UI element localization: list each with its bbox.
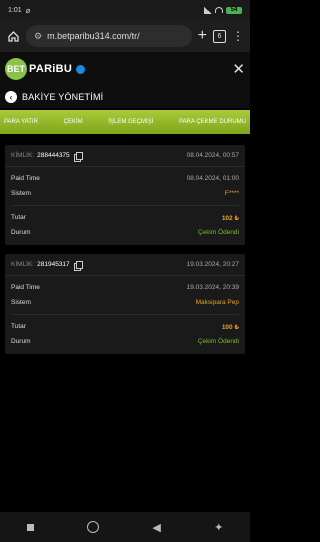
tab-islem-gecmisi[interactable]: İŞLEM GEÇMİŞİ — [108, 119, 153, 125]
more-options-icon[interactable]: ⋮ — [232, 30, 244, 42]
logo-bet: BET — [5, 58, 27, 80]
copy-icon[interactable] — [73, 260, 83, 271]
tutar-label: Tutar — [11, 214, 26, 221]
system-nav-bar: ◀ ✦ — [0, 512, 250, 542]
withdrawal-card: KİMLİK: 281945317 19.03.2024, 20:27 Paid… — [5, 254, 245, 354]
page-title: BAKİYE YÖNETİMİ — [22, 92, 104, 102]
tab-cekim[interactable]: ÇEKİM — [64, 119, 83, 125]
card-header: KİMLİK: 281945317 19.03.2024, 20:27 — [5, 254, 245, 276]
tutar-label: Tutar — [11, 323, 26, 330]
paid-time-value: 19.03.2024, 20:39 — [186, 284, 239, 291]
sistem-label: Sistem — [11, 190, 31, 197]
paid-time-row: Paid Time 08.04.2024, 01:00 — [5, 171, 245, 186]
kimlik-label: KİMLİK: — [11, 152, 35, 159]
durum-label: Durum — [11, 229, 31, 236]
request-date: 08.04.2024, 00:57 — [186, 152, 239, 159]
copy-icon[interactable] — [73, 151, 83, 162]
mute-icon: ⌀ — [25, 5, 31, 15]
battery-icon: 54 — [226, 6, 242, 14]
status-time: 1:01 — [8, 6, 22, 14]
site-logo[interactable]: BET PARiBU — [5, 58, 86, 80]
sistem-label: Sistem — [11, 299, 31, 306]
paid-time-row: Paid Time 19.03.2024, 20:39 — [5, 280, 245, 295]
paid-time-label: Paid Time — [11, 175, 40, 182]
page-title-row: ‹ BAKİYE YÖNETİMİ — [0, 86, 250, 108]
tutar-row: Tutar 100 ₺ — [5, 319, 245, 334]
back-triangle-icon[interactable]: ◀ — [152, 521, 160, 534]
site-header: BET PARiBU ✕ — [0, 52, 250, 86]
paid-time-label: Paid Time — [11, 284, 40, 291]
durum-row: Durum Çekim Ödendi — [5, 225, 245, 240]
durum-row: Durum Çekim Ödendi — [5, 334, 245, 349]
url-text: m.betparibu314.com/tr/ — [47, 31, 140, 41]
back-icon[interactable]: ‹ — [5, 91, 17, 103]
address-bar[interactable]: ⚙ m.betparibu314.com/tr/ — [26, 25, 192, 47]
tutar-row: Tutar 102 ₺ — [5, 210, 245, 225]
accessibility-icon[interactable]: ✦ — [214, 521, 223, 534]
wifi-icon — [215, 7, 223, 13]
tab-para-yatir[interactable]: PARA YATIR — [4, 119, 38, 125]
card-header: KİMLİK: 288444375 08.04.2024, 00:57 — [5, 145, 245, 167]
browser-toolbar: ⚙ m.betparibu314.com/tr/ + 6 ⋮ — [0, 20, 250, 52]
sistem-value: Maksipara Pep — [195, 299, 239, 306]
logo-paribu: PARiBU — [29, 63, 73, 75]
close-icon[interactable]: ✕ — [232, 62, 245, 77]
sistem-row: Sistem F**** — [5, 186, 245, 201]
tutar-value: 102 ₺ — [221, 214, 239, 222]
site-settings-icon[interactable]: ⚙ — [34, 31, 42, 42]
tutar-value: 100 ₺ — [221, 323, 239, 331]
sistem-row: Sistem Maksipara Pep — [5, 295, 245, 310]
withdrawal-card: KİMLİK: 288444375 08.04.2024, 00:57 Paid… — [5, 145, 245, 245]
kimlik-value: 288444375 — [37, 152, 70, 159]
signal-icon — [204, 6, 212, 14]
divider — [11, 205, 239, 206]
sistem-value: F**** — [224, 190, 239, 197]
divider — [11, 314, 239, 315]
kimlik-value: 281945317 — [37, 261, 70, 268]
tab-para-cekme-durumu[interactable]: PARA ÇEKME DURUMU — [179, 119, 246, 125]
tab-switcher-button[interactable]: 6 — [213, 29, 226, 43]
recents-icon[interactable] — [26, 523, 34, 531]
logo-mascot-icon — [76, 64, 86, 74]
kimlik-label: KİMLİK: — [11, 261, 35, 268]
status-bar: 1:01 ⌀ 54 — [0, 0, 250, 20]
status-badge: Çekim Ödendi — [197, 338, 239, 345]
paid-time-value: 08.04.2024, 01:00 — [186, 175, 239, 182]
balance-tabs: PARA YATIR ÇEKİM İŞLEM GEÇMİŞİ PARA ÇEKM… — [0, 110, 250, 134]
home-icon[interactable] — [6, 29, 20, 43]
durum-label: Durum — [11, 338, 31, 345]
status-badge: Çekim Ödendi — [197, 229, 239, 236]
new-tab-icon[interactable]: + — [198, 28, 207, 44]
request-date: 19.03.2024, 20:27 — [186, 261, 239, 268]
home-button-icon[interactable] — [86, 521, 99, 533]
